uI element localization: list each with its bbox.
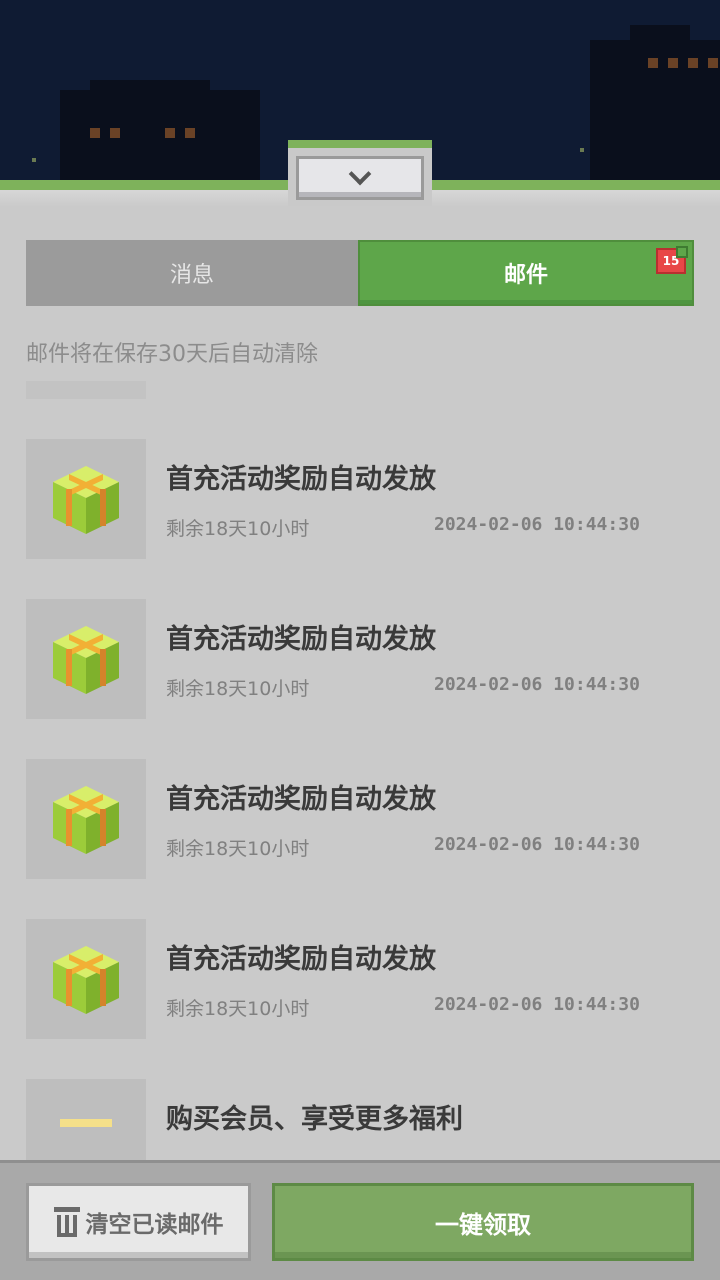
mail-date: 2024-02-06 10:44:30 [434, 834, 640, 855]
mail-panel: 消息 邮件 15 邮件将在保存30天后自动清除 首充活动奖励自动发放 剩余18天… [0, 206, 720, 1160]
mail-remaining: 剩余18天10小时 [166, 518, 310, 540]
star [580, 148, 584, 152]
mail-date: 2024-02-06 10:44:30 [434, 514, 640, 535]
window [165, 128, 175, 138]
claim-all-label: 一键领取 [435, 1210, 531, 1239]
window [90, 128, 100, 138]
gift-box-icon [53, 786, 119, 854]
mail-item[interactable]: 首充活动奖励自动发放 剩余18天10小时 2024-02-06 10:44:30 [26, 599, 694, 719]
gift-box-icon [53, 626, 119, 694]
mail-title: 购买会员、享受更多福利 [166, 1104, 463, 1135]
chevron-down-icon [348, 162, 372, 186]
auto-clear-notice: 邮件将在保存30天后自动清除 [26, 342, 318, 367]
tab-bar: 消息 邮件 15 [26, 240, 694, 306]
window [668, 58, 678, 68]
star [32, 158, 36, 162]
tab-mail[interactable]: 邮件 15 [358, 240, 694, 306]
mail-date: 2024-02-06 10:44:30 [434, 994, 640, 1015]
gift-box-icon [53, 466, 119, 534]
trash-icon [53, 1207, 80, 1237]
mail-item[interactable]: 首充活动奖励自动发放 剩余18天10小时 2024-02-06 10:44:30 [26, 759, 694, 879]
mail-thumbnail [26, 759, 146, 879]
mail-thumbnail [26, 599, 146, 719]
unread-badge: 15 [656, 246, 688, 274]
collapse-button[interactable] [296, 156, 424, 200]
mail-remaining: 剩余18天10小时 [166, 838, 310, 860]
mail-item[interactable]: 首充活动奖励自动发放 剩余18天10小时 2024-02-06 10:44:30 [26, 919, 694, 1039]
window [688, 58, 698, 68]
clear-read-label: 清空已读邮件 [85, 1212, 224, 1238]
building-right-top [630, 25, 690, 45]
claim-all-button[interactable]: 一键领取 [272, 1183, 694, 1261]
badge-corner [676, 246, 688, 258]
window [185, 128, 195, 138]
mail-thumbnail [26, 919, 146, 1039]
window [110, 128, 120, 138]
bottom-action-bar: 清空已读邮件 一键领取 [0, 1160, 720, 1280]
window [708, 58, 718, 68]
mail-date: 2024-02-06 10:44:30 [434, 674, 640, 695]
mail-remaining: 剩余18天10小时 [166, 678, 310, 700]
gift-box-icon [53, 946, 119, 1014]
mail-title: 首充活动奖励自动发放 [166, 464, 436, 495]
window [648, 58, 658, 68]
collapse-tab [288, 140, 432, 206]
gift-box-icon [60, 1119, 112, 1127]
clear-read-button[interactable]: 清空已读邮件 [26, 1183, 251, 1261]
building-left [60, 90, 260, 190]
building-left-top [90, 80, 210, 100]
mail-thumbnail [26, 1079, 146, 1160]
tab-messages-label: 消息 [169, 263, 214, 288]
tab-mail-label: 邮件 [503, 263, 548, 288]
mail-item[interactable]: 首充活动奖励自动发放 剩余18天10小时 2024-02-06 10:44:30 [26, 439, 694, 559]
mail-title: 首充活动奖励自动发放 [166, 784, 436, 815]
mail-title: 首充活动奖励自动发放 [166, 944, 436, 975]
tab-messages[interactable]: 消息 [26, 240, 358, 306]
mail-thumbnail [26, 439, 146, 559]
mail-remaining: 剩余18天10小时 [166, 998, 310, 1020]
list-top-divider [26, 381, 146, 399]
mail-item[interactable]: 购买会员、享受更多福利 [26, 1079, 694, 1160]
mail-title: 首充活动奖励自动发放 [166, 624, 436, 655]
